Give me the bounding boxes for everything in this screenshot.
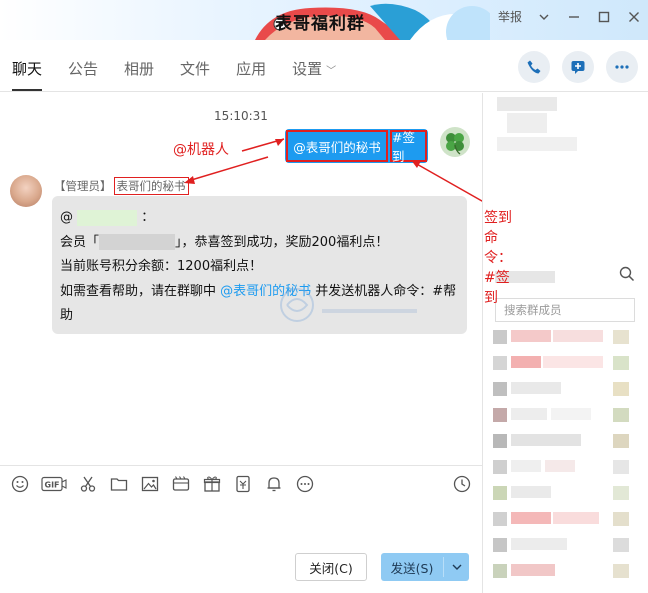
more-options-icon[interactable] [295, 474, 315, 494]
emoji-icon[interactable] [10, 474, 30, 494]
input-toolbar: GIF [10, 474, 315, 494]
bot-line-3: 当前账号积分余额：1200福利点！ [60, 259, 263, 274]
folder-icon[interactable] [109, 474, 129, 494]
member-search-input[interactable]: 搜索群成员 [495, 298, 635, 322]
send-button[interactable]: 发送(S) [381, 553, 469, 581]
history-clock-icon[interactable] [452, 474, 472, 494]
mention-at: @ [60, 210, 73, 225]
svg-text:GIF: GIF [45, 481, 60, 490]
my-message-mention: @表哥们的秘书 [286, 130, 388, 162]
red-packet-icon[interactable] [233, 474, 253, 494]
minimize-icon[interactable] [566, 9, 582, 25]
maximize-icon[interactable] [596, 9, 612, 25]
chevron-down-icon[interactable] [444, 563, 469, 571]
annotation-arrow-sender [184, 156, 269, 184]
line1-colon: ： [141, 210, 155, 225]
tab-settings[interactable]: 设置 [292, 60, 322, 78]
more-icon[interactable] [606, 51, 638, 83]
tab-files[interactable]: 文件 [180, 58, 210, 91]
tab-album[interactable]: 相册 [124, 58, 154, 91]
add-chat-icon[interactable] [562, 51, 594, 83]
tab-chat[interactable]: 聊天 [12, 58, 43, 91]
admin-role-tag: 【管理员】 [54, 179, 112, 193]
bot-message-bubble[interactable]: @ ： 会员「 」，恭喜签到成功，奖励200福利点！ 当前账号积分余额：1200福… [52, 196, 467, 334]
bot-sender-name[interactable]: 表哥们的秘书 [113, 177, 189, 195]
gift-icon[interactable] [202, 474, 222, 494]
group-info-panel: 搜索群成员 [483, 93, 648, 593]
bot-line-2: 会员「 」，恭喜签到成功，奖励200福利点！ [60, 231, 459, 256]
header-actions [518, 51, 638, 83]
annotation-arrow-robot [241, 138, 285, 152]
search-icon[interactable] [619, 266, 635, 282]
member-list-pixels [493, 330, 629, 578]
line4-prefix: 如需查看帮助，请在群聊中 [60, 283, 221, 299]
line2-prefix: 会员「 [60, 234, 100, 250]
gif-icon[interactable]: GIF [41, 474, 67, 494]
chevron-down-icon[interactable] [536, 9, 552, 25]
image-icon[interactable] [140, 474, 160, 494]
redacted-member [99, 234, 176, 250]
annotation-command: 签到命令：#签到 [484, 210, 512, 306]
member-list-blurred[interactable] [493, 330, 643, 593]
close-icon[interactable] [626, 9, 642, 25]
phone-icon[interactable] [518, 51, 550, 83]
send-button-label[interactable]: 发送(S) [381, 558, 443, 577]
title-bar: 表哥福利群 举报 [0, 0, 648, 40]
tab-settings-wrap[interactable]: 设置 ﹀ [292, 58, 336, 91]
bot-sender-row: 【管理员】 表哥们的秘书 [54, 177, 189, 195]
message-input-area[interactable]: GIF 关闭(C) 发送(S) [0, 465, 482, 593]
video-icon[interactable] [171, 474, 191, 494]
chevron-down-icon: ﹀ [326, 66, 337, 77]
watermark-logo [280, 288, 417, 322]
tab-bar: 聊天 公告 相册 文件 应用 设置 ﹀ [0, 40, 648, 92]
tab-list: 聊天 公告 相册 文件 应用 设置 ﹀ [12, 58, 336, 91]
close-button[interactable]: 关闭(C) [295, 553, 367, 581]
window-controls: 举报 [498, 8, 642, 25]
window-title: 表哥福利群 [275, 14, 365, 34]
redacted-username [77, 209, 138, 226]
screenshot-scissors-icon[interactable] [78, 474, 98, 494]
tab-announcement[interactable]: 公告 [68, 58, 98, 91]
report-link[interactable]: 举报 [498, 8, 522, 25]
line2-suffix: 」，恭喜签到成功，奖励200福利点！ [175, 234, 389, 250]
bot-avatar[interactable] [10, 175, 42, 207]
tab-apps[interactable]: 应用 [236, 58, 266, 91]
chat-history[interactable]: 15:10:31 @机器人 @表哥们的秘书 #签到 签到命令：#签到 【管理员】… [0, 93, 512, 465]
bell-icon[interactable] [264, 474, 284, 494]
message-timestamp: 15:10:31 [214, 109, 268, 123]
bot-line-1: @ ： [60, 206, 459, 231]
